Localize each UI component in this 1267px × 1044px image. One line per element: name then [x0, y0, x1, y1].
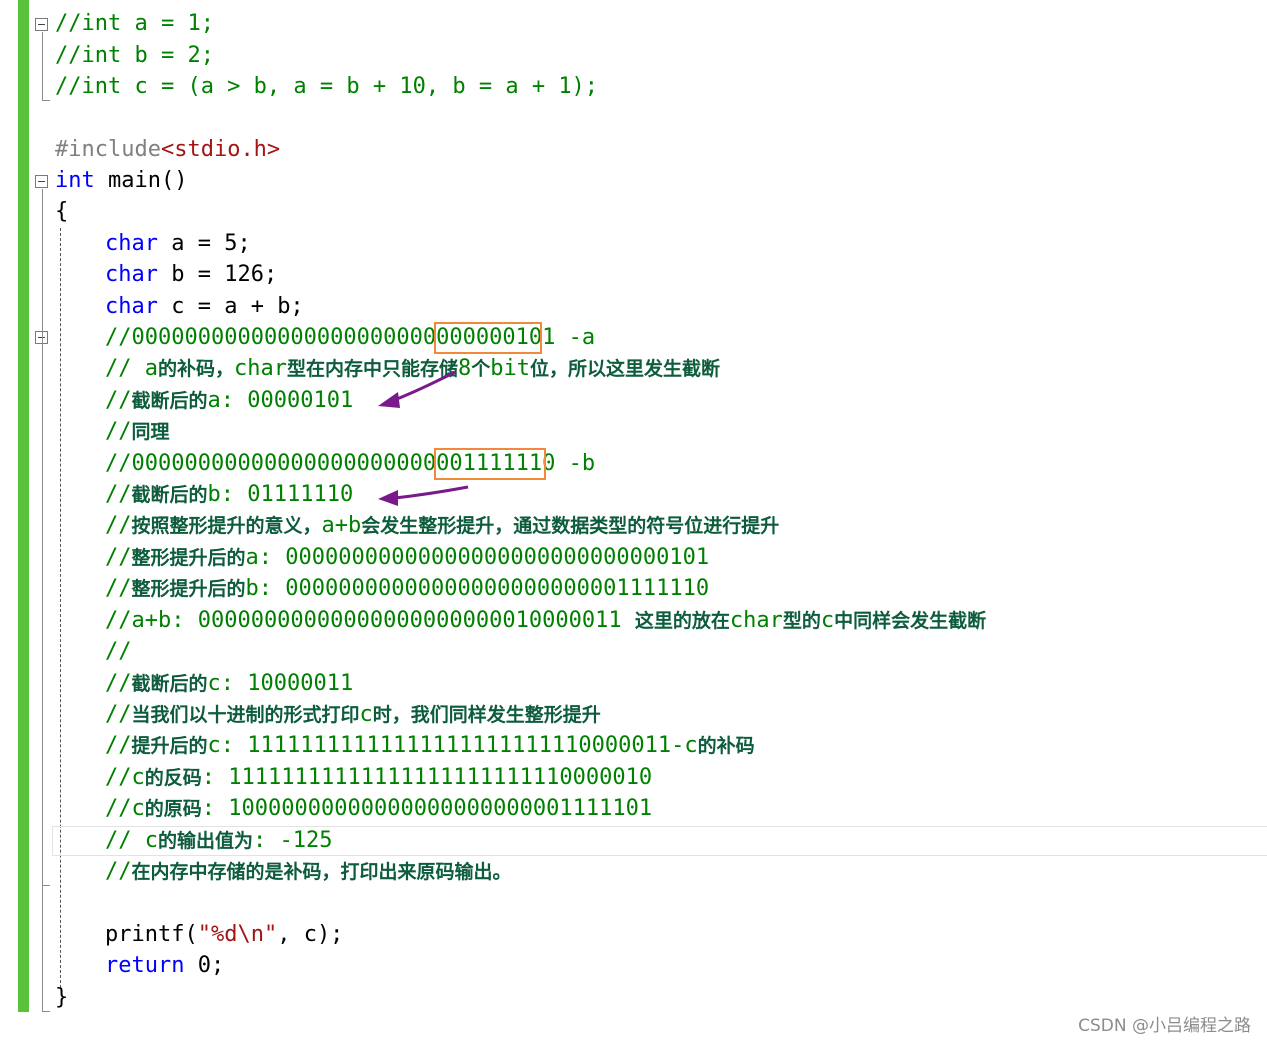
annotation-arrows — [378, 370, 469, 506]
arrow-icon — [378, 370, 456, 408]
watermark: CSDN @小吕编程之路 — [1078, 1016, 1251, 1036]
arrow-icon — [378, 485, 469, 506]
